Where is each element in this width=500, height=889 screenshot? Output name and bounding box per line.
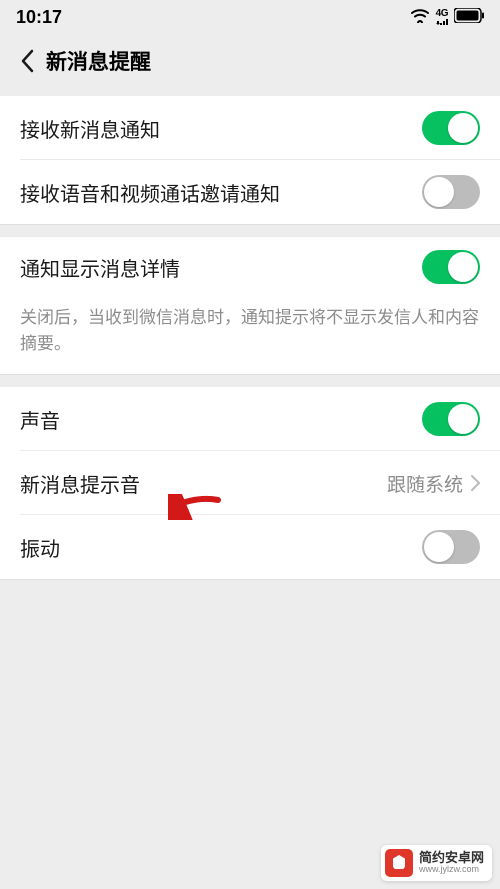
- group-sound: 声音 新消息提示音 跟随系统 振动: [0, 387, 500, 580]
- label-receive-message: 接收新消息通知: [20, 114, 160, 143]
- chevron-right-icon: [471, 475, 480, 491]
- status-time: 10:17: [16, 7, 62, 28]
- watermark-logo-icon: [385, 849, 413, 877]
- watermark-url: www.jylzw.com: [419, 865, 484, 875]
- back-button[interactable]: [10, 44, 44, 78]
- status-icons: 4G: [410, 7, 484, 28]
- toggle-receive-call[interactable]: [422, 175, 480, 209]
- label-ringtone: 新消息提示音: [20, 469, 140, 498]
- toggle-receive-message[interactable]: [422, 111, 480, 145]
- label-receive-call: 接收语音和视频通话邀请通知: [20, 178, 280, 207]
- group-detail: 通知显示消息详情 关闭后，当收到微信消息时，通知提示将不显示发信人和内容摘要。: [0, 237, 500, 375]
- label-vibrate: 振动: [20, 533, 60, 562]
- page-title: 新消息提醒: [46, 46, 151, 76]
- group-notifications: 接收新消息通知 接收语音和视频通话邀请通知: [0, 96, 500, 225]
- toggle-sound[interactable]: [422, 402, 480, 436]
- label-sound: 声音: [20, 405, 60, 434]
- battery-icon: [454, 7, 484, 28]
- desc-show-detail: 关闭后，当收到微信消息时，通知提示将不显示发信人和内容摘要。: [0, 297, 500, 374]
- status-bar: 10:17 4G: [0, 0, 500, 34]
- row-sound[interactable]: 声音: [0, 387, 500, 451]
- row-show-detail[interactable]: 通知显示消息详情: [0, 237, 500, 297]
- chevron-left-icon: [20, 49, 34, 73]
- network-label: 4G: [436, 9, 448, 25]
- watermark-title: 简约安卓网: [419, 851, 484, 865]
- row-receive-message[interactable]: 接收新消息通知: [0, 96, 500, 160]
- row-vibrate[interactable]: 振动: [0, 515, 500, 579]
- label-show-detail: 通知显示消息详情: [20, 253, 180, 282]
- wifi-icon: [410, 7, 430, 28]
- page-header: 新消息提醒: [0, 34, 500, 88]
- toggle-show-detail[interactable]: [422, 250, 480, 284]
- row-receive-call[interactable]: 接收语音和视频通话邀请通知: [0, 160, 500, 224]
- toggle-vibrate[interactable]: [422, 530, 480, 564]
- watermark: 简约安卓网 www.jylzw.com: [381, 845, 492, 881]
- value-ringtone: 跟随系统: [387, 470, 463, 497]
- row-ringtone[interactable]: 新消息提示音 跟随系统: [0, 451, 500, 515]
